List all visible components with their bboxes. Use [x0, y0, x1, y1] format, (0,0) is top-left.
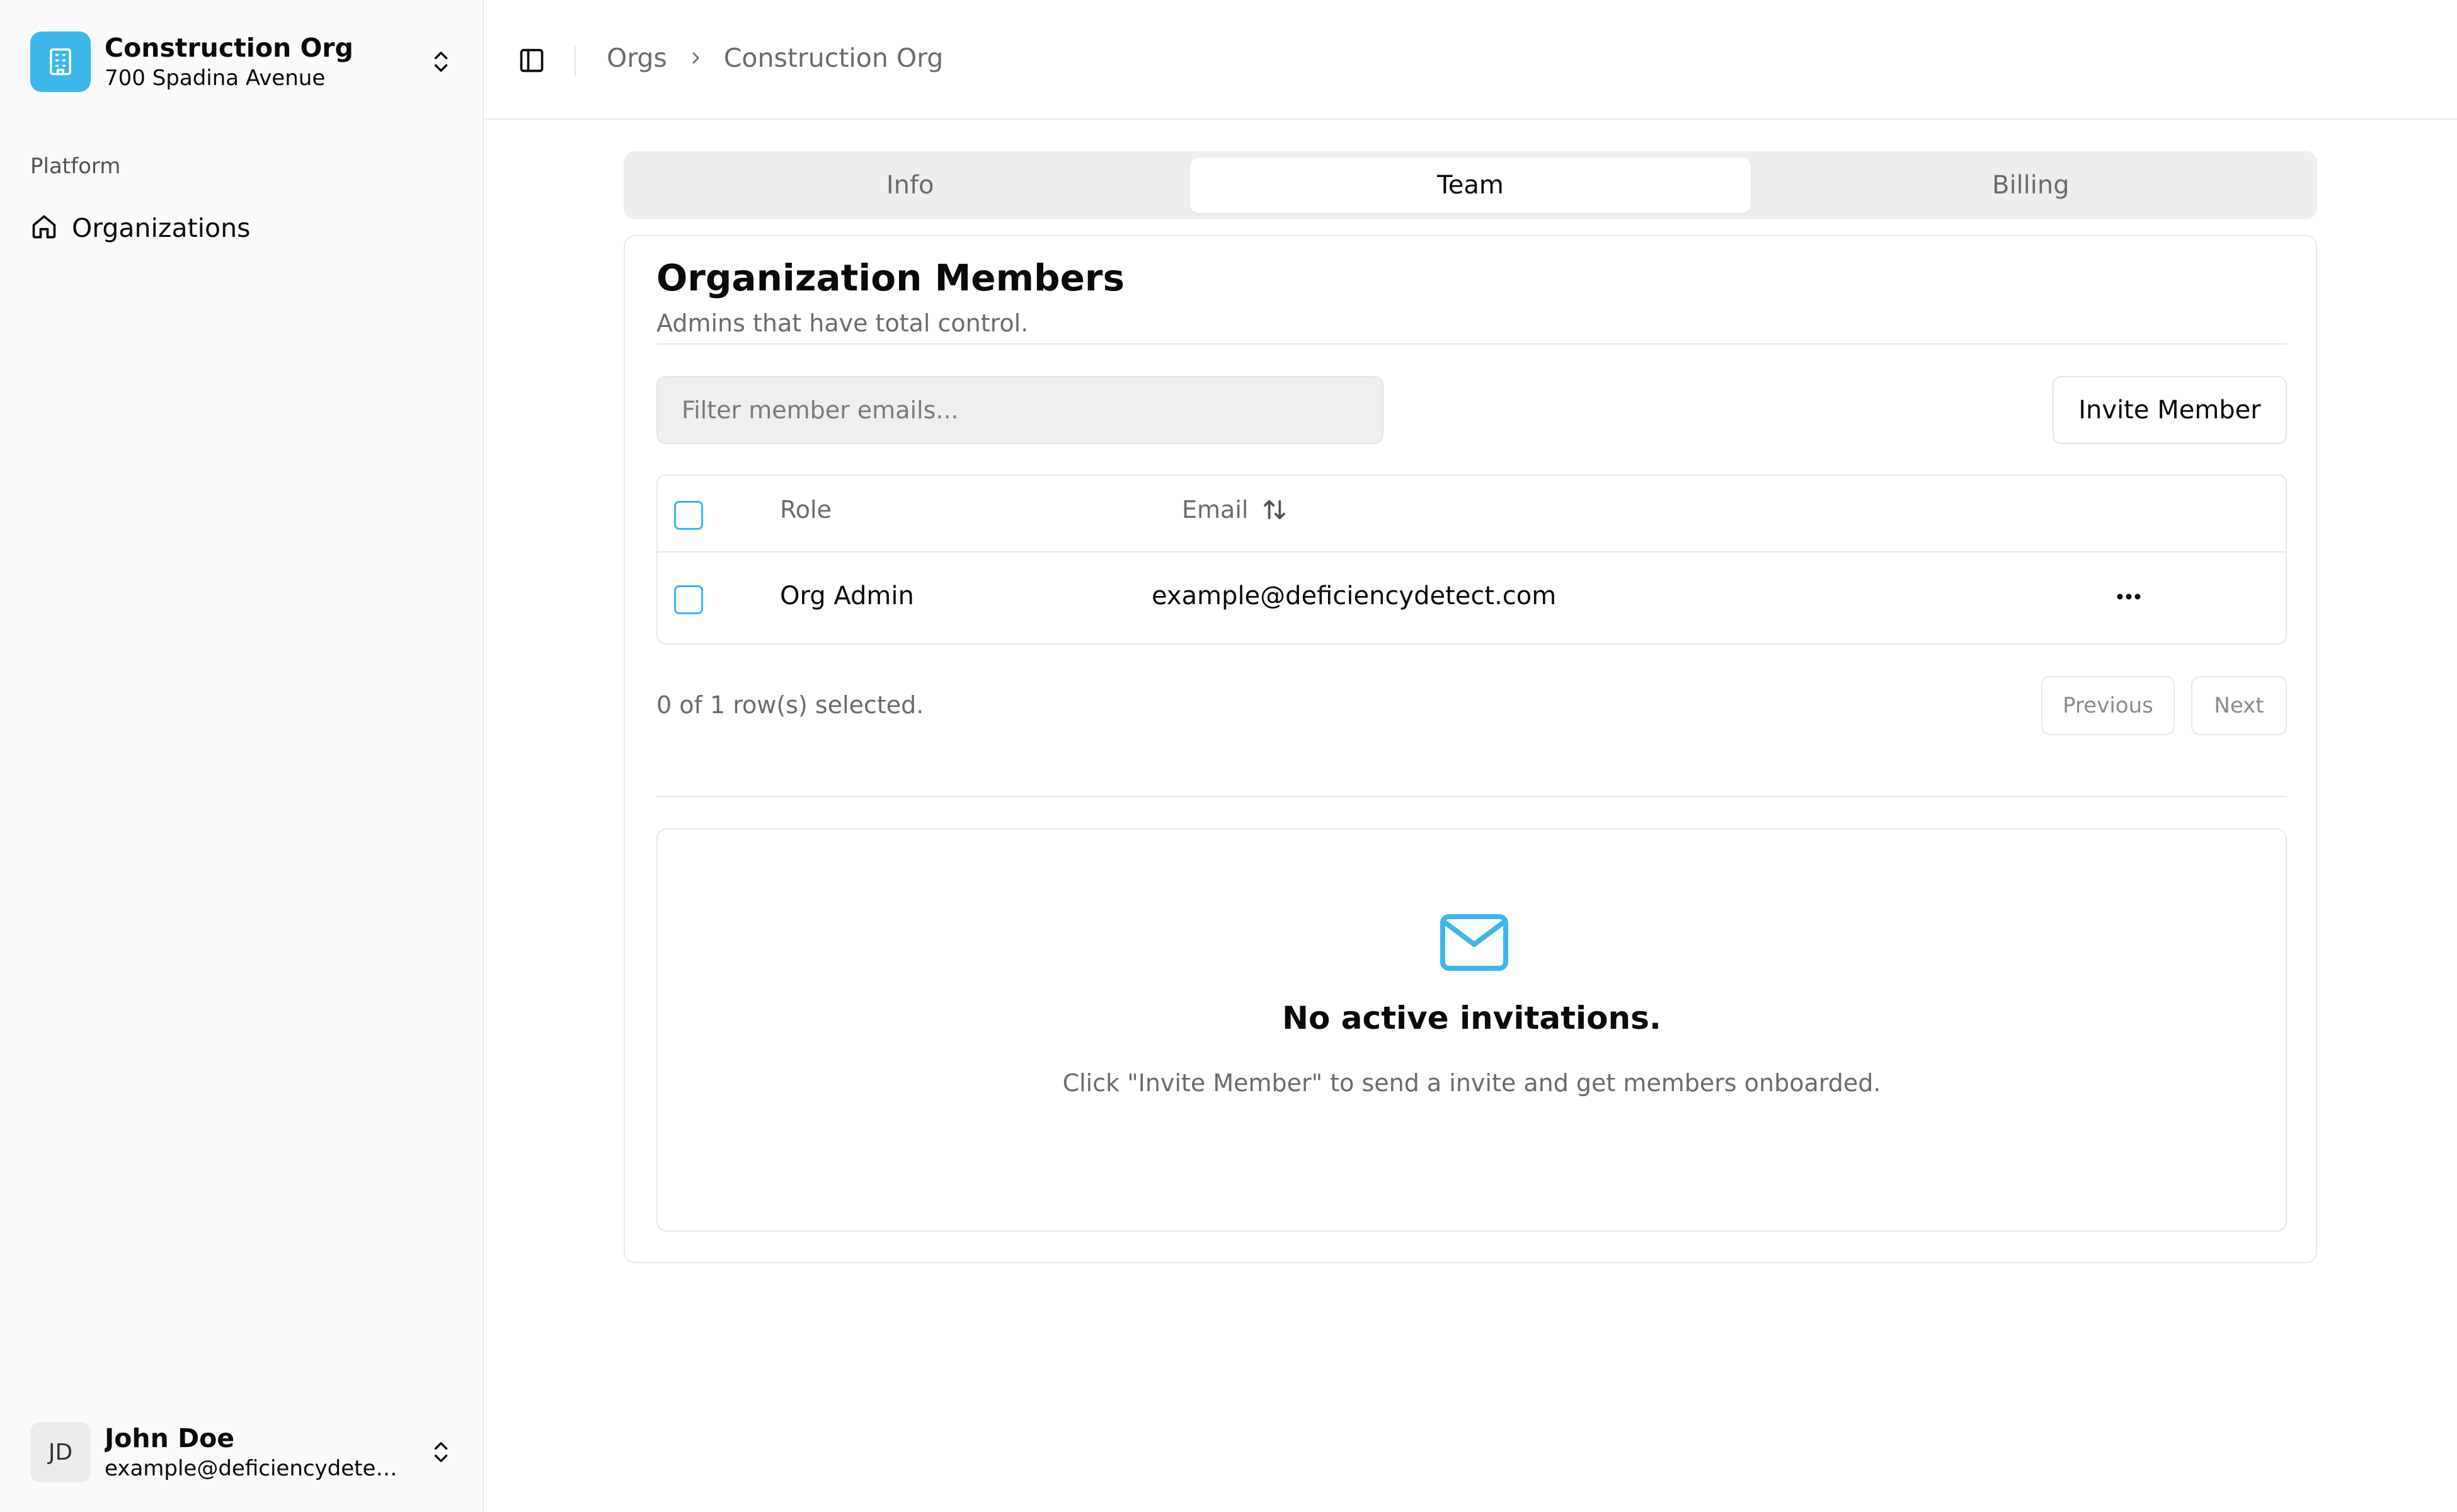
previous-page-button[interactable]: Previous [2041, 676, 2175, 735]
select-all-checkbox[interactable] [674, 501, 703, 530]
org-switcher[interactable]: Construction Org 700 Spadina Avenue [30, 30, 454, 93]
org-info: Construction Org 700 Spadina Avenue [105, 32, 428, 92]
sidebar-item-label: Organizations [72, 213, 251, 243]
members-card: Organization Members Admins that have to… [624, 235, 2317, 1263]
row-email: example@deficiencydetect.com [1152, 581, 1557, 610]
user-email: example@deficiencydetect.... [105, 1456, 401, 1481]
sidebar-item-organizations[interactable]: Organizations [25, 202, 454, 255]
divider [656, 343, 2287, 345]
divider [656, 796, 2287, 797]
home-icon [30, 213, 58, 243]
tab-info[interactable]: Info [630, 158, 1190, 213]
top-header: Orgs Construction Org [485, 0, 2457, 120]
invite-member-button[interactable]: Invite Member [2053, 376, 2287, 444]
next-page-button[interactable]: Next [2191, 676, 2287, 735]
chevrons-up-down-icon [428, 1433, 454, 1471]
header-divider [575, 45, 576, 76]
selection-status: 0 of 1 row(s) selected. [656, 691, 924, 719]
avatar: JD [30, 1422, 91, 1482]
table-header: Role Email [658, 476, 2286, 553]
user-switcher[interactable]: JD John Doe example@deficiencydetect.... [30, 1418, 454, 1487]
filter-emails-input[interactable] [656, 376, 1383, 444]
user-name: John Doe [105, 1423, 235, 1453]
column-role: Role [780, 496, 832, 524]
arrow-up-down-icon [1262, 497, 1287, 522]
empty-state-description: Click "Invite Member" to send a invite a… [1062, 1069, 1881, 1097]
tab-list: Info Team Billing [624, 151, 2317, 219]
card-description: Admins that have total control. [656, 309, 1029, 337]
sidebar-section-label: Platform [30, 154, 121, 179]
sidebar: Construction Org 700 Spadina Avenue Plat… [0, 0, 484, 1512]
building-icon [30, 32, 91, 92]
mail-icon [1439, 913, 1509, 972]
breadcrumb: Orgs Construction Org [607, 43, 943, 73]
row-role: Org Admin [780, 581, 914, 610]
more-horizontal-icon[interactable] [2107, 578, 2151, 616]
empty-state-title: No active invitations. [1282, 1000, 1661, 1036]
breadcrumb-orgs[interactable]: Orgs [607, 43, 667, 73]
panel-left-icon[interactable] [517, 45, 547, 76]
app-root: Construction Org 700 Spadina Avenue Plat… [0, 0, 2457, 1512]
breadcrumb-current: Construction Org [723, 43, 944, 73]
invitations-empty-state: No active invitations. Click "Invite Mem… [656, 828, 2287, 1232]
row-checkbox[interactable] [674, 585, 703, 614]
card-title: Organization Members [656, 256, 1125, 299]
column-email: Email [1182, 496, 1249, 524]
tab-billing[interactable]: Billing [1751, 158, 2311, 213]
chevrons-up-down-icon [428, 43, 454, 81]
table-row: Org Admin example@deficiencydetect.com [658, 553, 2286, 644]
tab-team[interactable]: Team [1190, 158, 1751, 213]
chevron-right-icon [687, 50, 704, 66]
members-table: Role Email Org Admin example@deficiencyd… [656, 474, 2287, 644]
org-address: 700 Spadina Avenue [105, 66, 326, 91]
column-email-sort[interactable]: Email [1182, 496, 1287, 524]
user-info: John Doe example@deficiencydetect.... [105, 1422, 428, 1482]
org-name: Construction Org [105, 33, 353, 63]
